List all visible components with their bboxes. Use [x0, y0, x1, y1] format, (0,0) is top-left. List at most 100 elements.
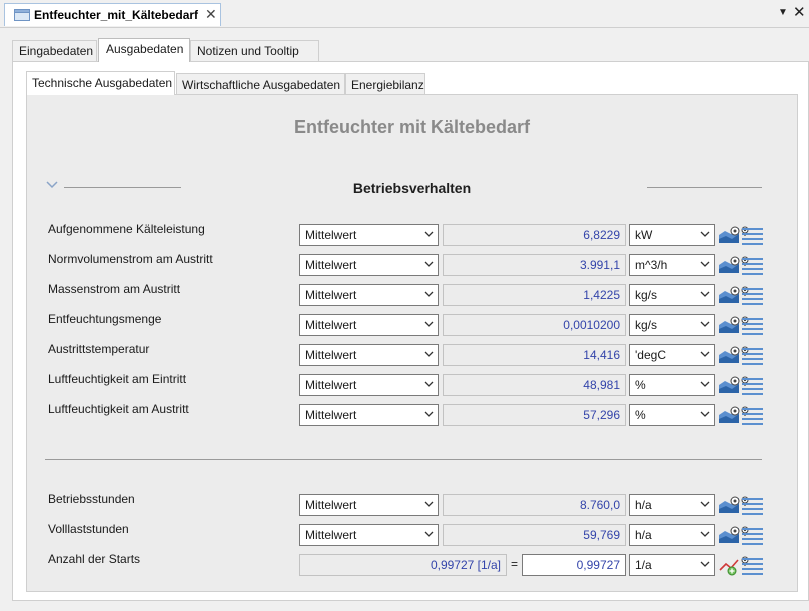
- page-title: Entfeuchter mit Kältebedarf: [293, 117, 531, 137]
- chevron-down-icon: [424, 321, 434, 327]
- unit-select[interactable]: %: [629, 374, 715, 396]
- row-label: Luftfeuchtigkeit am Eintritt: [48, 372, 187, 386]
- row-label: Normvolumenstrom am Austritt: [48, 252, 213, 266]
- list-lines-icon[interactable]: [741, 315, 764, 336]
- tab-eingabedaten[interactable]: Eingabedaten: [12, 40, 97, 61]
- output-row: Luftfeuchtigkeit am Eintritt Mittelwert …: [0, 372, 809, 398]
- unit-select[interactable]: m^3/h: [629, 254, 715, 276]
- value-display: 1,4225: [443, 284, 626, 306]
- value-display: 6,8229: [443, 224, 626, 246]
- document-icon: [14, 9, 30, 21]
- document-tab-bar: Entfeuchter_mit_Kältebedarf ✕ ▼ ✕: [0, 0, 809, 28]
- row-label: Volllaststunden: [48, 522, 129, 536]
- chart-settings-icon[interactable]: [718, 404, 740, 426]
- value-display: 0,0010200: [443, 314, 626, 336]
- mode-select[interactable]: Mittelwert: [299, 314, 439, 336]
- value-display: 59,769: [443, 524, 626, 546]
- unit-select[interactable]: %: [629, 404, 715, 426]
- unit-select[interactable]: h/a: [629, 494, 715, 516]
- chevron-down-icon: [424, 291, 434, 297]
- tab-notizen-und-tooltip[interactable]: Notizen und Tooltip: [190, 40, 319, 61]
- mode-select[interactable]: Mittelwert: [299, 524, 439, 546]
- section-rule-right: [647, 187, 762, 188]
- list-lines-icon[interactable]: [741, 345, 764, 366]
- chart-settings-icon[interactable]: [718, 344, 740, 366]
- row-label: Entfeuchtungsmenge: [48, 312, 162, 326]
- value-display: 8.760,0: [443, 494, 626, 516]
- mode-select[interactable]: Mittelwert: [299, 404, 439, 426]
- mode-select[interactable]: Mittelwert: [299, 494, 439, 516]
- equals-sign: =: [511, 557, 519, 571]
- chevron-down-icon: [700, 261, 710, 267]
- tab-energiebilanz[interactable]: Energiebilanz: [345, 73, 425, 94]
- output-row: Massenstrom am Austritt Mittelwert 1,422…: [0, 282, 809, 308]
- list-lines-icon[interactable]: [741, 495, 764, 516]
- chart-settings-icon[interactable]: [718, 494, 740, 516]
- value-display: 57,296: [443, 404, 626, 426]
- unit-select[interactable]: kg/s: [629, 284, 715, 306]
- value-display: 3.991,1: [443, 254, 626, 276]
- row-label: Betriebsstunden: [48, 492, 135, 506]
- starts-input[interactable]: 0,99727: [522, 554, 626, 576]
- value-display: 48,981: [443, 374, 626, 396]
- row-label: Aufgenommene Kälteleistung: [48, 222, 205, 236]
- chart-settings-icon[interactable]: [718, 284, 740, 306]
- chevron-down-icon: [700, 291, 710, 297]
- starts-computed-display: 0,99727 [1/a]: [299, 554, 507, 576]
- chevron-down-icon: [700, 351, 710, 357]
- section-title: Betriebsverhalten: [352, 180, 472, 196]
- output-row: Austrittstemperatur Mittelwert 14,416 'd…: [0, 342, 809, 368]
- output-row: Luftfeuchtigkeit am Austritt Mittelwert …: [0, 402, 809, 428]
- chevron-down-icon: [424, 351, 434, 357]
- list-lines-icon[interactable]: [741, 555, 764, 576]
- chevron-down-icon: [424, 411, 434, 417]
- chart-settings-icon[interactable]: [718, 524, 740, 546]
- list-lines-icon[interactable]: [741, 375, 764, 396]
- mode-select[interactable]: Mittelwert: [299, 284, 439, 306]
- chevron-down-icon: [700, 411, 710, 417]
- unit-select[interactable]: kg/s: [629, 314, 715, 336]
- chart-settings-icon[interactable]: [718, 374, 740, 396]
- chevron-down-icon: [424, 381, 434, 387]
- list-lines-icon[interactable]: [741, 285, 764, 306]
- row-label: Anzahl der Starts: [48, 552, 141, 566]
- output-row: Volllaststunden Mittelwert 59,769 h/a: [0, 522, 809, 548]
- chevron-down-icon: [424, 501, 434, 507]
- trend-chart-icon[interactable]: [718, 554, 740, 576]
- unit-select[interactable]: 1/a: [629, 554, 715, 576]
- tab-ausgabedaten[interactable]: Ausgabedaten: [98, 38, 190, 62]
- list-lines-icon[interactable]: [741, 225, 764, 246]
- row-label: Austrittstemperatur: [48, 342, 150, 356]
- mode-select[interactable]: Mittelwert: [299, 224, 439, 246]
- section-divider: [45, 459, 762, 460]
- chevron-down-icon: [424, 531, 434, 537]
- mode-select[interactable]: Mittelwert: [299, 254, 439, 276]
- tab-wirtschaftliche-ausgabedaten[interactable]: Wirtschaftliche Ausgabedaten: [176, 73, 345, 94]
- tab-technische-ausgabedaten[interactable]: Technische Ausgabedaten: [26, 71, 175, 95]
- chevron-down-icon: [700, 561, 710, 567]
- chart-settings-icon[interactable]: [718, 314, 740, 336]
- list-lines-icon[interactable]: [741, 525, 764, 546]
- chart-settings-icon[interactable]: [718, 254, 740, 276]
- list-lines-icon[interactable]: [741, 405, 764, 426]
- document-tab[interactable]: Entfeuchter_mit_Kältebedarf ✕: [4, 3, 221, 26]
- dock-close-icon[interactable]: ✕: [793, 3, 806, 21]
- document-tab-close-icon[interactable]: ✕: [205, 6, 217, 23]
- mode-select[interactable]: Mittelwert: [299, 344, 439, 366]
- starts-row: Anzahl der Starts 0,99727 [1/a] = 0,9972…: [0, 552, 809, 578]
- chevron-down-icon: [700, 501, 710, 507]
- chevron-down-icon: [700, 231, 710, 237]
- mode-select[interactable]: Mittelwert: [299, 374, 439, 396]
- chart-settings-icon[interactable]: [718, 224, 740, 246]
- chevron-down-icon: [700, 321, 710, 327]
- unit-select[interactable]: h/a: [629, 524, 715, 546]
- output-row: Entfeuchtungsmenge Mittelwert 0,0010200 …: [0, 312, 809, 338]
- unit-select[interactable]: kW: [629, 224, 715, 246]
- chevron-down-icon: [700, 381, 710, 387]
- chevron-down-icon: [700, 531, 710, 537]
- output-row: Normvolumenstrom am Austritt Mittelwert …: [0, 252, 809, 278]
- value-display: 14,416: [443, 344, 626, 366]
- unit-select[interactable]: 'degC: [629, 344, 715, 366]
- list-lines-icon[interactable]: [741, 255, 764, 276]
- dock-menu-icon[interactable]: ▼: [778, 7, 788, 18]
